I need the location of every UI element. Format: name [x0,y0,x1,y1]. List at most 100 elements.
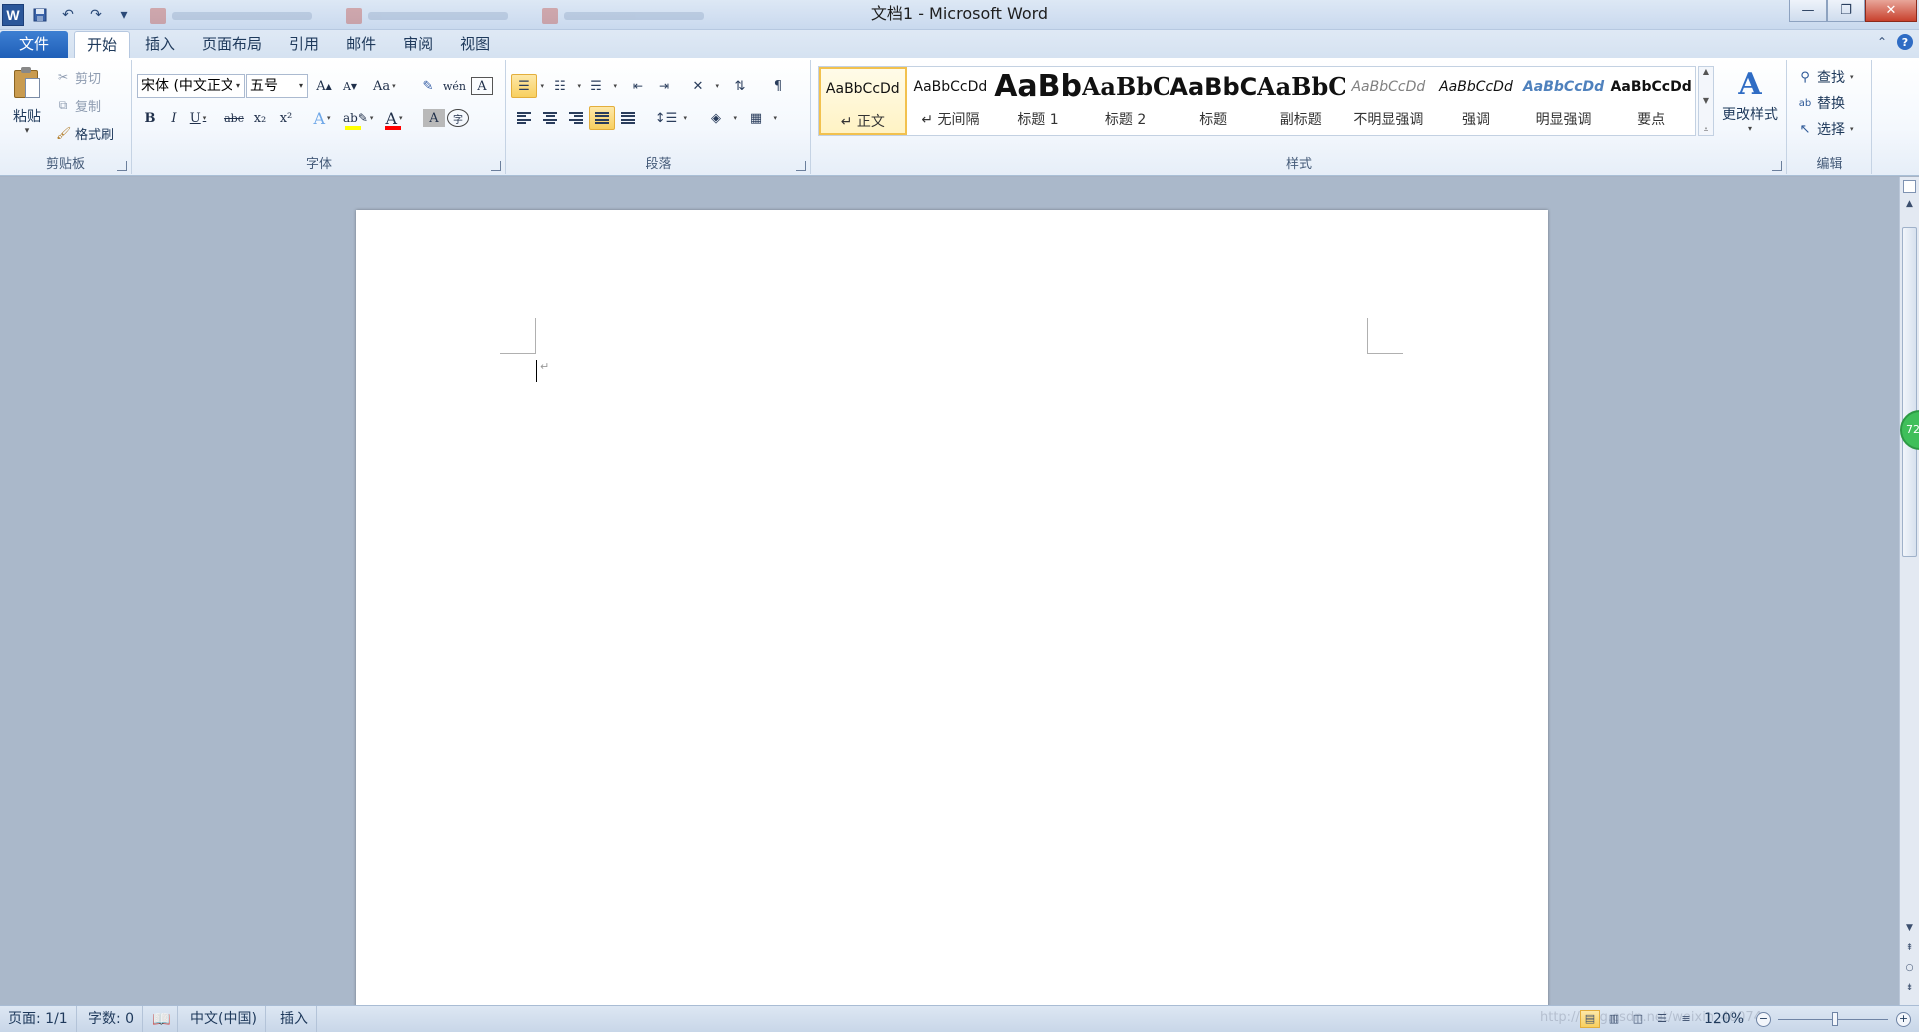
font-dialog-launcher-icon[interactable] [491,161,501,171]
copy-button[interactable]: ⧉ 复制 [56,94,101,116]
align-left-button[interactable] [511,106,537,130]
line-spacing-button[interactable]: ↕☰ ▾ [653,106,687,130]
vertical-scrollbar[interactable]: ▲ ▼ ⇞ ○ ⇟ [1899,177,1919,1005]
zoom-level[interactable]: 120% [1704,1006,1744,1032]
tab-mailings[interactable]: 邮件 [334,31,388,58]
chevron-up-icon[interactable]: ▲ [1703,67,1709,76]
chevron-down-icon[interactable]: ▾ [1850,73,1854,81]
tab-references[interactable]: 引用 [277,31,331,58]
help-icon[interactable]: ? [1897,34,1913,50]
font-size-combobox[interactable]: 五号 ▾ [246,74,308,98]
style-title[interactable]: AaBbC 标题 [1169,67,1257,135]
save-icon[interactable] [28,4,52,26]
bullets-button[interactable]: ☰ ▾ [511,74,544,98]
zoom-in-button[interactable]: + [1896,1012,1911,1027]
enclose-characters-button[interactable]: 字 [447,109,469,127]
pinyin-guide-button[interactable]: wén [443,74,466,98]
style-heading-2[interactable]: AaBbC 标题 2 [1082,67,1170,135]
chevron-down-icon[interactable]: ▼ [1703,96,1709,105]
status-language[interactable]: 中文(中国) [182,1006,266,1032]
style-subtle-emphasis[interactable]: AaBbCcDd 不明显强调 [1345,67,1433,135]
change-styles-button[interactable]: A 更改样式 ▾ [1718,66,1782,133]
replace-button[interactable]: ab 替换 [1798,92,1845,114]
print-layout-view-icon[interactable]: ▤ [1580,1010,1600,1028]
tab-page-layout[interactable]: 页面布局 [190,31,274,58]
chevron-down-icon[interactable]: ▾ [295,75,307,97]
paste-button[interactable]: 粘贴 ▾ [6,66,48,146]
scrollbar-thumb[interactable] [1902,227,1917,557]
decrease-indent-button[interactable]: ⇤ [625,74,651,98]
zoom-out-button[interactable]: − [1756,1012,1771,1027]
scroll-down-icon[interactable]: ▼ [1900,923,1919,939]
character-border-button[interactable]: A [471,77,493,95]
proofing-icon[interactable]: 📖 [146,1006,178,1032]
grow-font-button[interactable]: A ▲ [313,74,335,98]
shrink-font-button[interactable]: A ▼ [339,74,361,98]
style-intense-emphasis[interactable]: AaBbCcDd 明显强调 [1520,67,1608,135]
font-color-button[interactable]: A ▾ [383,106,405,130]
underline-button[interactable]: U ▾ [187,106,209,130]
find-button[interactable]: ⚲ 查找 ▾ [1798,66,1854,88]
increase-indent-button[interactable]: ⇥ [651,74,677,98]
previous-page-icon[interactable]: ⇞ [1900,943,1919,959]
full-screen-reading-view-icon[interactable]: ▥ [1604,1010,1624,1028]
style-subtitle[interactable]: AaBbC 副标题 [1257,67,1345,135]
bold-button[interactable]: B [139,106,161,130]
web-layout-view-icon[interactable]: ◫ [1628,1010,1648,1028]
tab-review[interactable]: 审阅 [391,31,445,58]
document-page[interactable]: ↵ [356,210,1548,1005]
shading-button[interactable]: ◈ ▾ [703,106,737,130]
draft-view-icon[interactable]: ≡ [1676,1010,1696,1028]
highlight-color-button[interactable]: ab✎ ▾ [343,106,373,130]
show-marks-button[interactable]: ¶ [765,74,791,98]
restore-button[interactable]: ❐ [1827,0,1865,22]
tab-insert[interactable]: 插入 [133,31,187,58]
ruler-toggle-icon[interactable] [1903,180,1916,193]
outline-view-icon[interactable]: ☰ [1652,1010,1672,1028]
tab-file[interactable]: 文件 [0,31,68,58]
scroll-up-icon[interactable]: ▲ [1900,199,1919,215]
status-word-count[interactable]: 字数: 0 [80,1006,144,1032]
zoom-slider-thumb[interactable] [1832,1012,1838,1026]
close-button[interactable]: ✕ [1865,0,1917,22]
chinese-layout-button[interactable]: ✕ ▾ [685,74,719,98]
gallery-more-icon[interactable]: ⩡ [1704,125,1709,135]
style-no-spacing[interactable]: AaBbCcDd ↵ 无间隔 [907,67,995,135]
next-page-icon[interactable]: ⇟ [1900,983,1919,999]
font-name-combobox[interactable]: 宋体 (中文正文) ▾ [137,74,245,98]
numbering-button[interactable]: ☷ ▾ [547,74,581,98]
strikethrough-button[interactable]: abc [223,106,245,130]
style-normal[interactable]: AaBbCcDd ↵ 正文 [819,67,907,135]
style-emphasis[interactable]: AaBbCcDd 强调 [1432,67,1520,135]
tab-home[interactable]: 开始 [74,31,131,58]
borders-button[interactable]: ▦ ▾ [743,106,777,130]
clear-formatting-button[interactable]: ✎ [417,74,439,98]
sort-button[interactable]: ⇅ [727,74,753,98]
minimize-ribbon-icon[interactable]: ⌃ [1877,35,1887,49]
superscript-button[interactable]: x² [275,106,297,130]
distributed-button[interactable] [615,106,641,130]
cut-button[interactable]: ✂ 剪切 [56,66,101,88]
multilevel-list-button[interactable]: ☴ ▾ [583,74,617,98]
undo-icon[interactable]: ↶ [56,4,80,26]
paste-dropdown-icon[interactable]: ▾ [6,126,48,136]
align-center-button[interactable] [537,106,563,130]
character-shading-button[interactable]: A [423,109,445,127]
style-strong[interactable]: AaBbCcDd 要点 [1607,67,1695,135]
chevron-down-icon[interactable]: ▾ [232,75,244,97]
text-effects-button[interactable]: A ▾ [311,106,333,130]
chevron-down-icon[interactable]: ▾ [1850,125,1854,133]
tab-view[interactable]: 视图 [448,31,502,58]
subscript-button[interactable]: x₂ [249,106,271,130]
clipboard-dialog-launcher-icon[interactable] [117,161,127,171]
justify-button[interactable] [589,106,615,130]
status-insert-mode[interactable]: 插入 [272,1006,317,1032]
redo-icon[interactable]: ↷ [84,4,108,26]
minimize-button[interactable]: — [1789,0,1827,22]
change-case-button[interactable]: Aa ▾ [373,74,396,98]
paragraph-dialog-launcher-icon[interactable] [796,161,806,171]
select-button[interactable]: ↖ 选择 ▾ [1798,118,1854,140]
customize-qat-icon[interactable]: ▾ [112,4,136,26]
styles-dialog-launcher-icon[interactable] [1772,161,1782,171]
italic-button[interactable]: I [163,106,185,130]
